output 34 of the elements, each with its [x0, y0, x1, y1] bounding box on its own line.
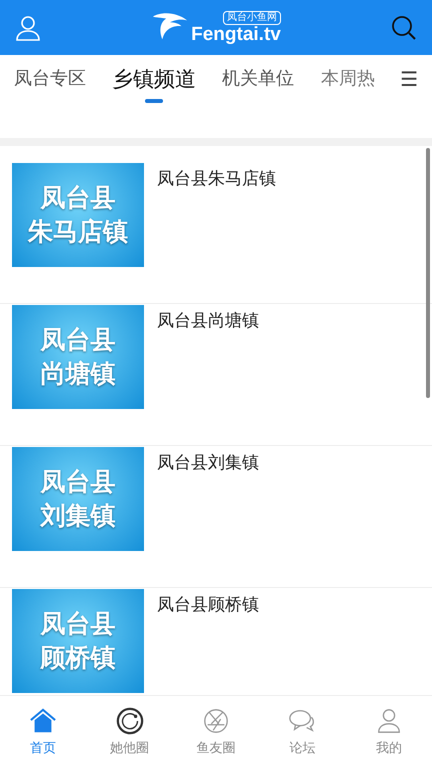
thumbnail-text: 尚塘镇 [40, 359, 116, 389]
search-icon[interactable] [390, 14, 418, 42]
thumbnail[interactable]: 凤台县 顾桥镇 [12, 589, 144, 693]
channel-tab[interactable]: 机关单位 [222, 65, 294, 95]
item-title[interactable]: 凤台县尚塘镇 [157, 309, 259, 445]
thumbnail-text: 凤台县 [40, 183, 116, 213]
thumbnail[interactable]: 凤台县 刘集镇 [12, 447, 144, 551]
thumbnail-text: 凤台县 [40, 325, 116, 355]
channel-tab[interactable]: 本周热 [320, 65, 376, 95]
scrollbar[interactable] [426, 148, 430, 398]
nav-tab[interactable]: 她他圈 [100, 707, 160, 757]
thumbnail[interactable]: 凤台县 朱马店镇 [12, 163, 144, 267]
nav-tab[interactable]: 鱼友圈 [186, 707, 246, 757]
logo-text: Fengtai.tv [191, 24, 281, 44]
nav-tab[interactable]: 论坛 [272, 707, 332, 757]
nav-tab[interactable]: 首页 [13, 707, 74, 757]
item-title[interactable]: 凤台县朱马店镇 [157, 167, 276, 303]
thumbnail-text: 凤台县 [40, 467, 116, 497]
thumbnail-text: 顾桥镇 [40, 643, 116, 673]
item-title[interactable]: 凤台县顾桥镇 [157, 593, 259, 695]
menu-icon[interactable]: ☰ [400, 65, 418, 93]
nav-tab[interactable]: 我的 [358, 707, 419, 757]
item-title[interactable]: 凤台县刘集镇 [157, 451, 259, 587]
ring-icon [116, 707, 144, 735]
channel-tab[interactable]: 乡镇频道 [112, 65, 196, 105]
home-icon [29, 707, 58, 735]
thumbnail[interactable]: 凤台县 尚塘镇 [12, 305, 144, 409]
logo-badge: 凤台小鱼网 [222, 10, 281, 24]
thumbnail-text: 凤台县 [40, 609, 116, 639]
thumbnail-text: 朱马店镇 [28, 217, 128, 247]
thumbnail-text: 刘集镇 [40, 501, 116, 531]
user-icon[interactable] [14, 14, 42, 42]
aperture-icon [202, 707, 230, 735]
channel-tab[interactable]: 凤台专区 [14, 65, 86, 95]
